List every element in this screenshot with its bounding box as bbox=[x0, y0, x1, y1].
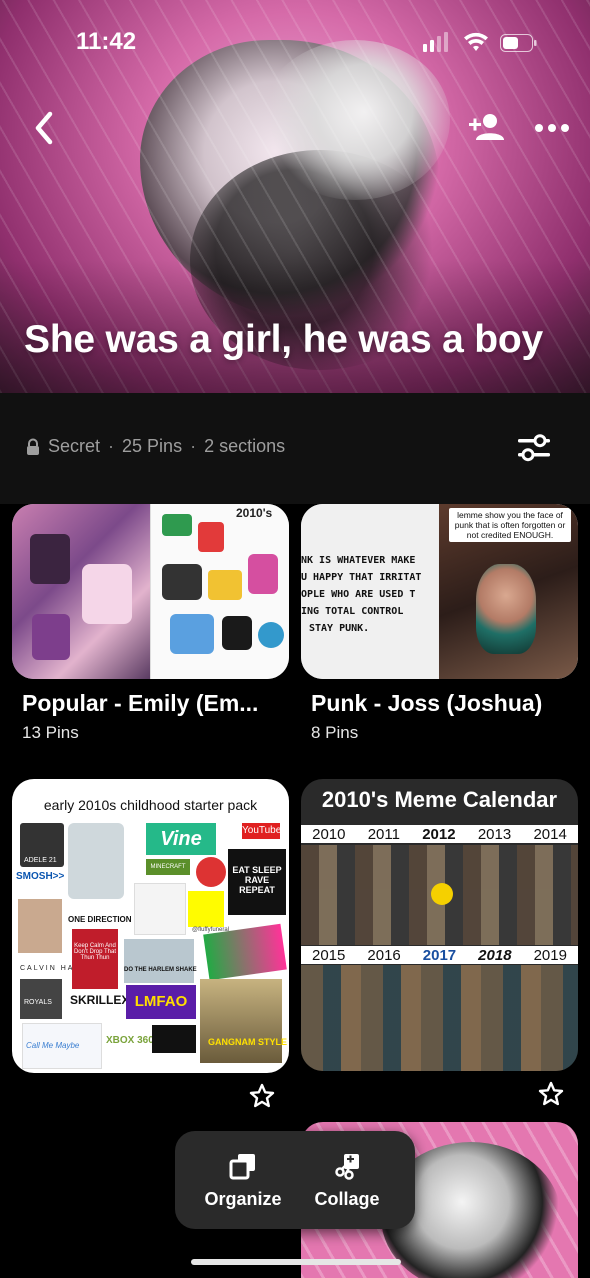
collage-icon bbox=[335, 1153, 359, 1180]
more-options-icon[interactable] bbox=[532, 114, 572, 142]
pin-label: GANGNAM STYLE bbox=[208, 1037, 288, 1047]
signal-icon bbox=[423, 32, 448, 52]
pin-label: YouTube bbox=[242, 823, 281, 839]
separator-dot: · bbox=[190, 436, 197, 456]
collage-image bbox=[198, 522, 224, 552]
separator-dot: · bbox=[108, 436, 115, 456]
year-label: 2012 bbox=[422, 825, 456, 843]
pin-image-block bbox=[68, 823, 124, 899]
year-label: 2015 bbox=[312, 946, 346, 964]
pin-label: ONE DIRECTION bbox=[68, 915, 132, 924]
status-time: 11:42 bbox=[76, 28, 137, 55]
meme-grid bbox=[301, 965, 578, 1071]
pin-image-block bbox=[200, 979, 282, 1063]
organize-button[interactable]: Organize bbox=[193, 1131, 293, 1229]
pin-label: EAT SLEEP RAVE REPEAT bbox=[228, 849, 286, 915]
section-title[interactable]: Popular - Emily (Em... bbox=[22, 690, 258, 717]
collage-image bbox=[30, 534, 70, 584]
pin-image-block bbox=[196, 857, 226, 887]
star-icon[interactable] bbox=[537, 1080, 565, 1108]
pin-label: ROYALS bbox=[24, 999, 52, 1006]
pin-label: Call Me Maybe bbox=[26, 1041, 80, 1050]
filter-icon[interactable] bbox=[514, 430, 554, 466]
board-action-bar: Organize Collage bbox=[175, 1131, 415, 1229]
collage-image bbox=[170, 614, 214, 654]
board-meta: Secret · 25 Pins · 2 sections bbox=[26, 436, 285, 457]
year-strip-bottom: 2015 2016 2017 2018 2019 bbox=[301, 946, 578, 964]
punk-caption: lemme show you the face of punk that is … bbox=[449, 508, 571, 542]
wifi-icon bbox=[464, 32, 488, 51]
pin-caption: early 2010s childhood starter pack bbox=[43, 797, 258, 813]
add-collaborator-icon[interactable] bbox=[466, 110, 506, 144]
year-label: 2018 bbox=[478, 946, 512, 964]
pin-label: LMFAO bbox=[126, 985, 196, 1019]
punk-line: ING TOTAL CONTROL bbox=[301, 606, 404, 617]
year-label: 2019 bbox=[533, 946, 567, 964]
pin-caption: 2010's Meme Calendar bbox=[321, 787, 558, 812]
collage-image bbox=[248, 554, 278, 594]
year-label: 2017 bbox=[422, 946, 457, 964]
section-count: 2 sections bbox=[204, 436, 286, 456]
home-indicator[interactable] bbox=[191, 1259, 401, 1265]
collage-image bbox=[162, 564, 202, 600]
year-label: 2013 bbox=[477, 825, 512, 843]
pin-image-block bbox=[203, 923, 287, 981]
year-label: 2011 bbox=[367, 825, 400, 843]
punk-text-block: NK IS WHATEVER MAKE U HAPPY THAT IRRITAT… bbox=[301, 552, 438, 637]
pin-image-block bbox=[134, 883, 186, 935]
snapchat-icon bbox=[188, 891, 224, 927]
section-thumbnail-emily[interactable]: 2010's bbox=[12, 504, 289, 679]
pin-label: MINECRAFT bbox=[146, 859, 190, 875]
pin-image-block bbox=[18, 899, 62, 953]
punk-line: U HAPPY THAT IRRITAT bbox=[301, 572, 422, 583]
year-label: 2016 bbox=[367, 946, 401, 964]
pin-meme-calendar[interactable]: 2010's Meme Calendar 2010 2011 2012 2013… bbox=[301, 779, 578, 1071]
pin-label: XBOX 360 bbox=[106, 1035, 154, 1046]
year-strip-top: 2010 2011 2012 2013 2014 bbox=[301, 825, 578, 843]
collage-label: Collage bbox=[314, 1188, 380, 1209]
collage-image bbox=[476, 564, 536, 654]
board-title: She was a girl, he was a boy bbox=[24, 318, 543, 361]
pin-label: ADELE 21 bbox=[24, 857, 57, 864]
collage-image bbox=[82, 564, 132, 624]
collage-button[interactable]: Collage bbox=[297, 1131, 397, 1229]
collage-image bbox=[258, 622, 284, 648]
lock-icon bbox=[27, 438, 39, 455]
pin-count: 25 Pins bbox=[122, 436, 183, 456]
section-thumbnail-joss[interactable]: NK IS WHATEVER MAKE U HAPPY THAT IRRITAT… bbox=[301, 504, 578, 679]
punk-line: STAY PUNK. bbox=[309, 623, 370, 634]
punk-line: OPLE WHO ARE USED T bbox=[301, 589, 416, 600]
collage-image bbox=[32, 614, 70, 660]
avicii-logo bbox=[152, 1025, 196, 1053]
status-icons bbox=[423, 32, 537, 52]
section-title[interactable]: Punk - Joss (Joshua) bbox=[311, 690, 542, 717]
back-button[interactable] bbox=[28, 108, 62, 148]
organize-icon bbox=[229, 1153, 255, 1179]
pin-label: DO THE HARLEM SHAKE bbox=[124, 967, 197, 973]
organize-label: Organize bbox=[204, 1188, 282, 1209]
collage-image bbox=[222, 616, 252, 650]
section-pin-count: 8 Pins bbox=[311, 723, 359, 742]
star-icon[interactable] bbox=[248, 1082, 276, 1110]
collage-image bbox=[162, 514, 192, 536]
smiley-icon bbox=[431, 883, 453, 905]
collage-label: 2010's bbox=[236, 506, 273, 520]
pin-label: SMOSH>> bbox=[16, 871, 65, 882]
battery-icon bbox=[500, 34, 537, 52]
year-label: 2014 bbox=[533, 825, 567, 843]
collage-image bbox=[208, 570, 242, 600]
section-pin-count: 13 Pins bbox=[22, 723, 79, 742]
pin-label: Vine bbox=[146, 823, 216, 855]
punk-line: NK IS WHATEVER MAKE bbox=[301, 555, 416, 566]
year-label: 2010 bbox=[312, 825, 346, 843]
pin-label: Keep Calm And Don't Drop That Thun Thun bbox=[72, 929, 118, 989]
privacy-label: Secret bbox=[48, 436, 101, 456]
pin-image-block bbox=[124, 939, 194, 983]
pin-starter-pack[interactable]: early 2010s childhood starter pack ADELE… bbox=[12, 779, 289, 1073]
pin-label: SKRILLEX bbox=[70, 993, 130, 1007]
